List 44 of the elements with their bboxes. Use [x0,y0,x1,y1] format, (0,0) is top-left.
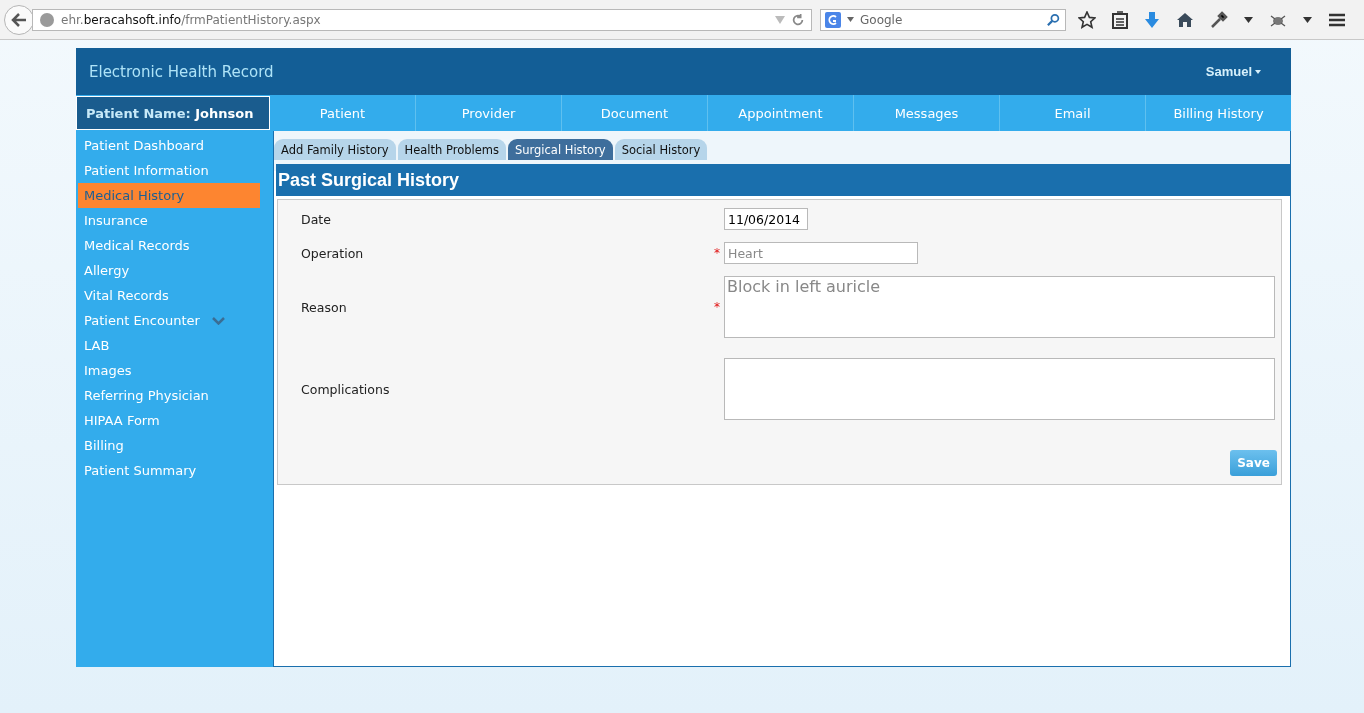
search-field[interactable]: Google [820,8,1066,31]
sidebar-item[interactable]: LAB [78,333,260,358]
nav-item[interactable]: Patient [270,95,415,131]
tab[interactable]: Add Family History [274,139,396,160]
globe-icon [39,11,55,28]
sidebar-item[interactable]: Referring Physician [78,383,260,408]
app-title: Electronic Health Record [89,62,274,81]
patient-name: Patient Name: Johnson [86,105,254,121]
sidebar-item[interactable]: Billing [78,433,260,458]
tab[interactable]: Health Problems [397,139,506,160]
sidebar-item[interactable]: Insurance [78,208,260,233]
tab[interactable]: Surgical History [507,139,613,160]
address-bar[interactable]: ehr.beracahsoft.info/frmPatientHistory.aspx [32,8,812,31]
required-mark: * [713,300,721,314]
caret-icon [1255,69,1261,74]
sidebar-item[interactable]: Medical History [78,183,260,208]
sidebar-item[interactable]: Images [78,358,260,383]
field-label: Reason [300,299,348,315]
dropdown-icon [847,17,854,22]
sidebar-item[interactable]: Allergy [78,258,260,283]
reload-icon [791,12,805,27]
user-menu[interactable]: Samuel [1199,63,1267,80]
back-button[interactable] [4,4,34,35]
search-icon [1047,12,1061,27]
sidebar-item[interactable]: Patient Summary [78,458,260,483]
field-label: Complications [300,381,391,397]
sidebar-item[interactable]: Medical Records [78,233,260,258]
field-label: Date [300,211,332,227]
section-title: Past Surgical History [276,164,1290,196]
tab[interactable]: Social History [614,139,708,160]
sidebar-item[interactable]: Vital Records [78,283,260,308]
text-area[interactable]: Block in left auricle [724,276,1275,338]
input-field[interactable]: 11/06/2014 [724,208,808,230]
field-label: Operation [300,245,365,261]
input-field[interactable]: Heart [724,242,918,264]
sidebar-item[interactable]: HIPAA Form [78,408,260,433]
required-mark: * [713,246,721,260]
sidebar-item[interactable]: Patient Information [78,158,260,183]
sidebar-item[interactable]: Patient Encounter [78,308,260,333]
arrow-left-icon [11,12,27,27]
dropdown-icon [775,15,785,24]
sidebar-item[interactable]: Patient Dashboard [78,133,260,158]
search-engine-icon [825,11,841,28]
save-button[interactable]: Save [1230,450,1277,476]
